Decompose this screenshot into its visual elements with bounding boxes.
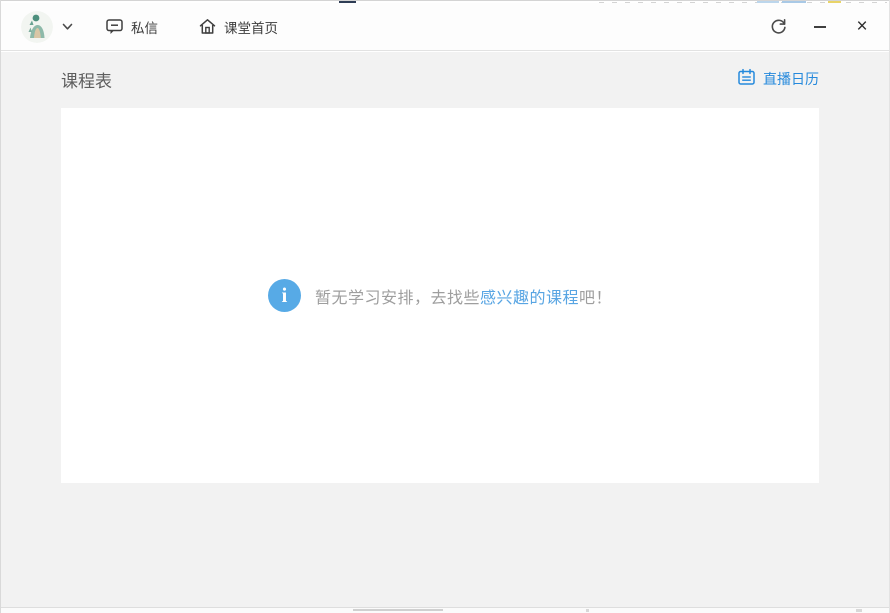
live-calendar-button[interactable]: 直播日历: [737, 68, 819, 90]
titlebar: 私信 课堂首页: [1, 3, 889, 51]
empty-message-prefix: 暂无学习安排，去找些: [315, 290, 480, 307]
page-title: 课程表: [61, 67, 112, 92]
empty-state: i 暂无学习安排，去找些感兴趣的课程吧！: [61, 108, 819, 483]
user-menu[interactable]: [21, 11, 73, 43]
live-calendar-label: 直播日历: [763, 69, 819, 89]
refresh-button[interactable]: [769, 18, 787, 36]
interesting-courses-link[interactable]: 感兴趣的课程: [480, 290, 579, 307]
nav-label: 课堂首页: [224, 17, 278, 37]
chevron-down-icon[interactable]: [62, 18, 73, 36]
titlebar-nav: 私信 课堂首页: [105, 17, 318, 37]
message-bubble-icon: [105, 17, 124, 36]
minimize-icon: [814, 26, 826, 28]
empty-message-suffix: 吧！: [579, 290, 612, 307]
nav-classroom-home[interactable]: 课堂首页: [198, 17, 278, 37]
taskbar-mark: [586, 609, 589, 612]
schedule-card: i 暂无学习安排，去找些感兴趣的课程吧！: [61, 108, 819, 483]
nav-label: 私信: [131, 17, 158, 37]
taskbar-mark: [856, 609, 862, 612]
info-icon: i: [268, 279, 301, 312]
close-icon: ×: [856, 17, 867, 36]
minimize-button[interactable]: [811, 18, 829, 36]
empty-message: 暂无学习安排，去找些感兴趣的课程吧！: [315, 284, 612, 308]
home-icon: [198, 17, 217, 36]
calendar-icon: [737, 68, 756, 90]
taskbar-sliver: [1, 607, 889, 613]
page-header: 课程表 直播日历: [61, 64, 819, 94]
window-controls: ×: [769, 18, 871, 36]
taskbar-mark: [353, 609, 443, 611]
page-content: 课程表 直播日历 i 暂无学习安排，去找些感兴趣的课程吧！: [1, 52, 889, 607]
app-window: 私信 课堂首页: [0, 0, 890, 613]
nav-private-messages[interactable]: 私信: [105, 17, 158, 37]
user-avatar[interactable]: [21, 11, 53, 43]
close-button[interactable]: ×: [853, 18, 871, 36]
